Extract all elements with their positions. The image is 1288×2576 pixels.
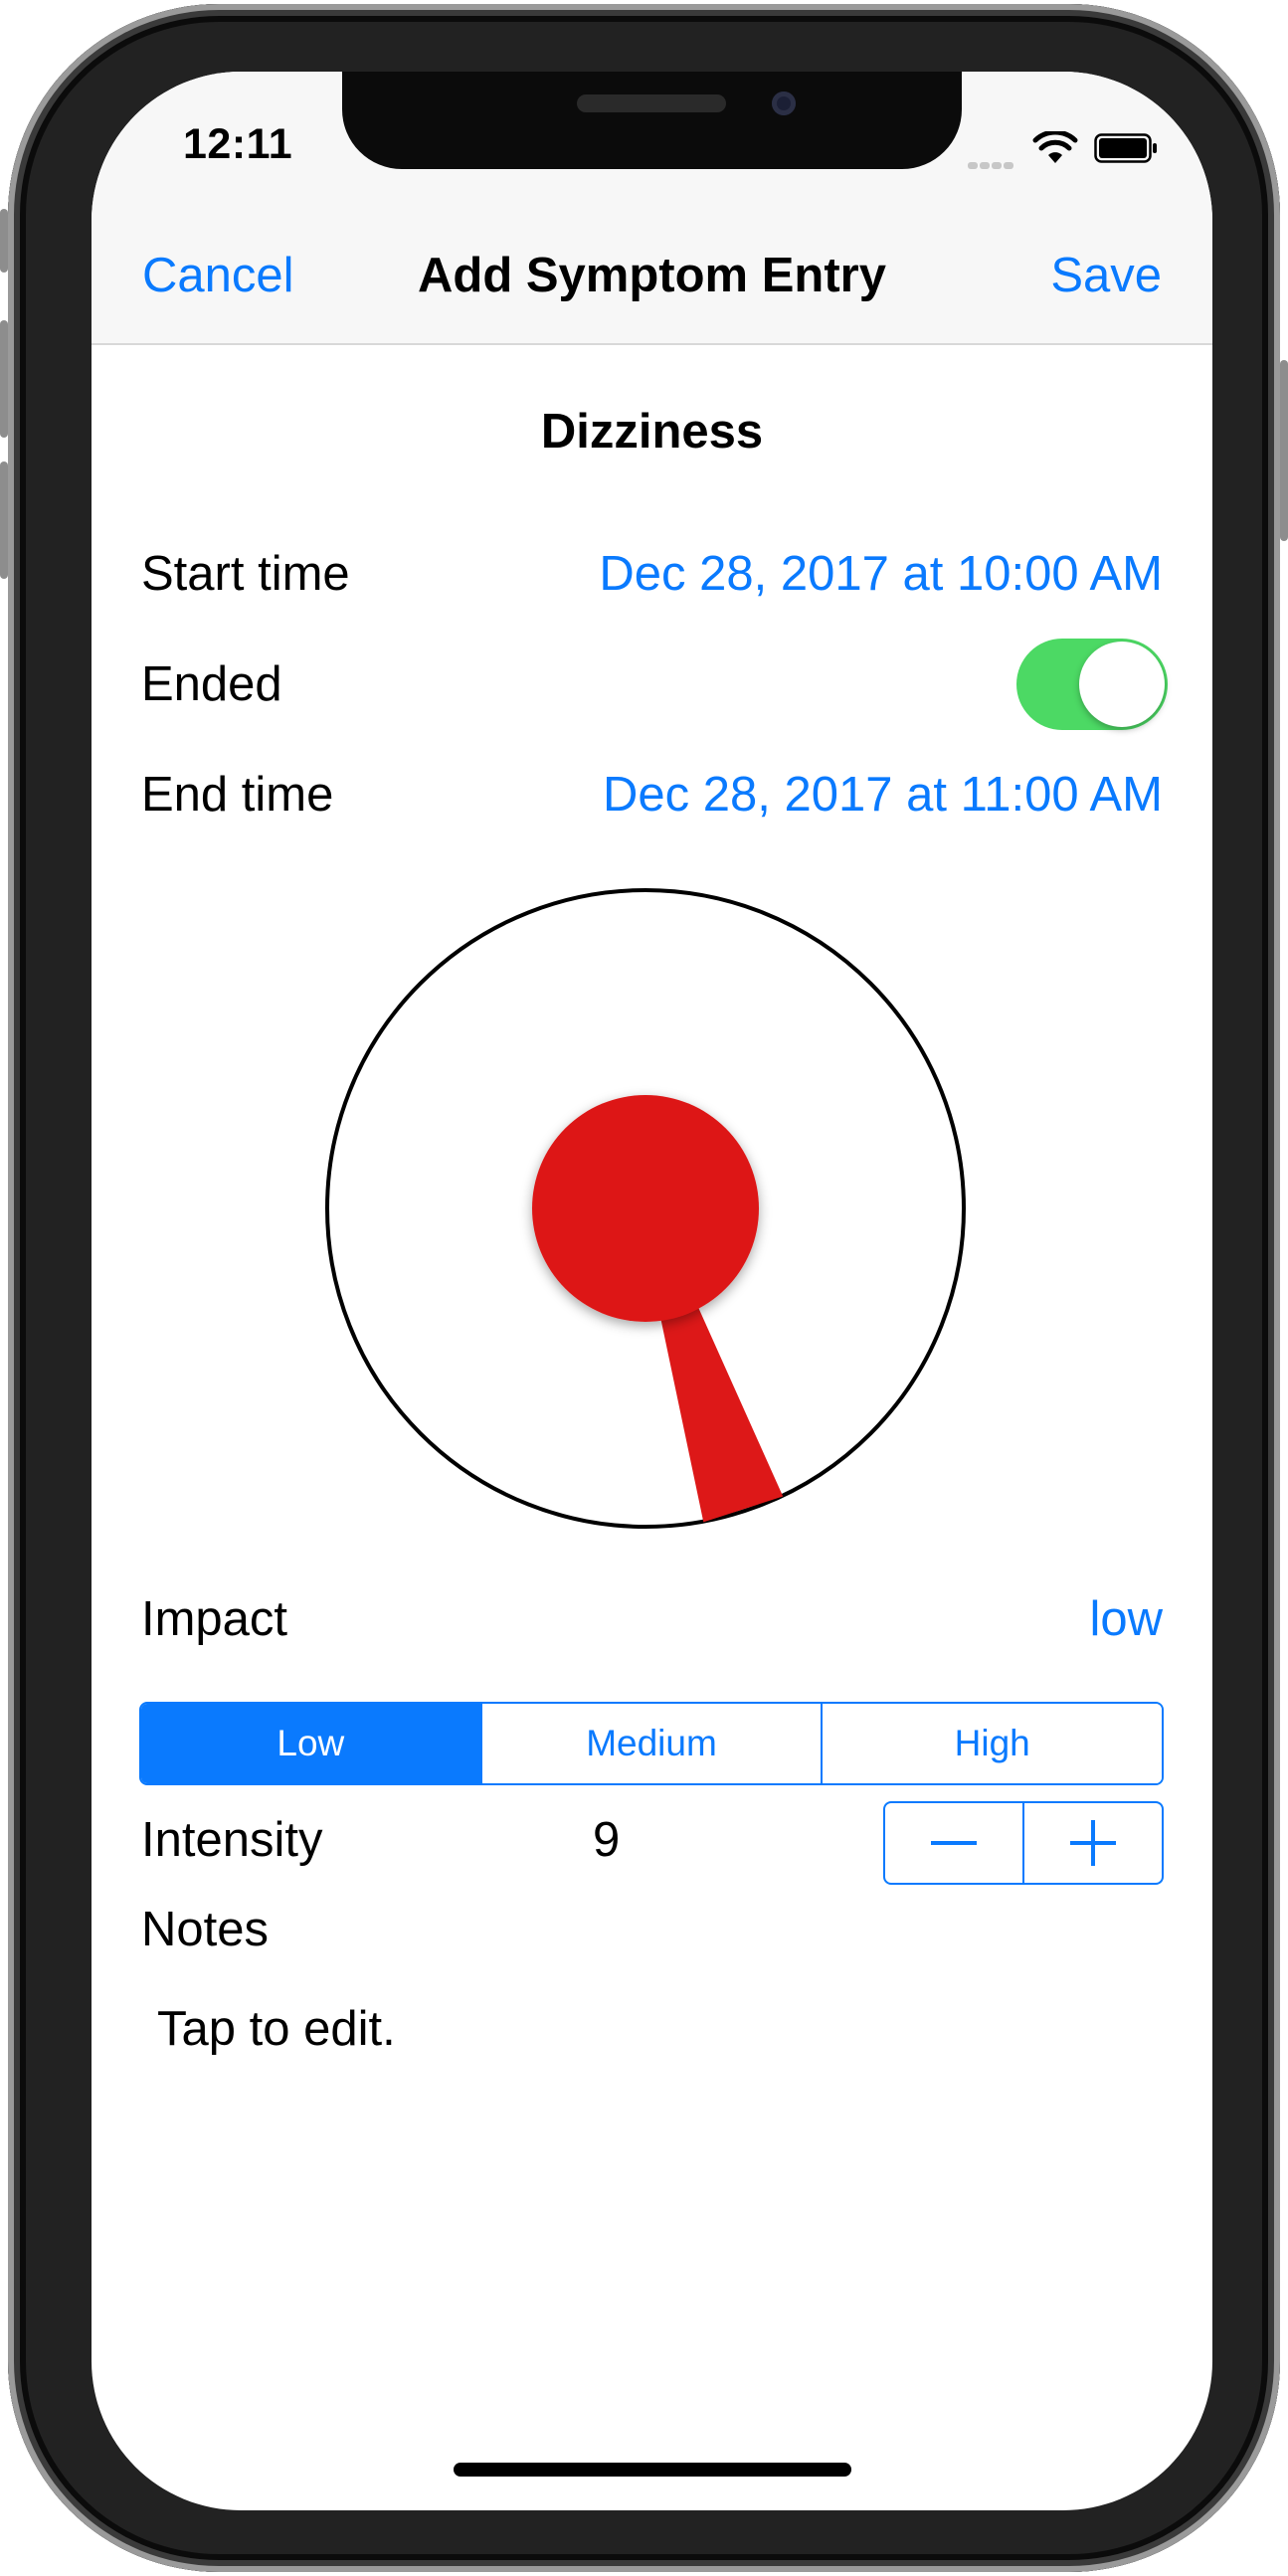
impact-segmented-control[interactable]: Low Medium High (139, 1702, 1164, 1785)
start-time-value[interactable]: Dec 28, 2017 at 10:00 AM (599, 546, 1163, 602)
camera-icon (772, 92, 796, 115)
minus-icon (931, 1841, 977, 1845)
phone-frame: 12:11 Cancel Add Symptom Entry Save Dizz… (0, 4, 1288, 2572)
end-time-label: End time (141, 768, 334, 822)
intensity-stepper[interactable] (883, 1801, 1164, 1885)
power-button (1280, 360, 1288, 541)
dial-knob[interactable] (532, 1095, 759, 1322)
notch (342, 72, 962, 169)
impact-option-medium[interactable]: Medium (481, 1704, 824, 1783)
wifi-icon (1032, 131, 1078, 163)
intensity-dial[interactable] (322, 885, 969, 1532)
navigation-bar: 12:11 Cancel Add Symptom Entry Save (92, 72, 1212, 345)
speaker-grille (577, 94, 726, 112)
start-time-label: Start time (141, 547, 350, 601)
page-title: Add Symptom Entry (418, 249, 886, 302)
end-time-value[interactable]: Dec 28, 2017 at 11:00 AM (603, 767, 1163, 823)
screen: 12:11 Cancel Add Symptom Entry Save Dizz… (92, 72, 1212, 2510)
symptom-name: Dizziness (540, 405, 764, 459)
home-indicator[interactable] (454, 2463, 851, 2477)
cellular-signal-icon (968, 156, 1015, 174)
impact-option-high[interactable]: High (823, 1704, 1162, 1783)
notes-text-area[interactable]: Tap to edit. (157, 2001, 396, 2057)
intensity-value: 9 (593, 1813, 621, 1867)
impact-label: Impact (141, 1592, 288, 1646)
status-time: 12:11 (183, 120, 293, 168)
ended-label: Ended (141, 657, 282, 711)
silent-switch (0, 209, 8, 273)
decrement-button[interactable] (885, 1803, 1024, 1883)
notes-label: Notes (141, 1903, 270, 1956)
volume-down-button (0, 461, 8, 579)
volume-up-button (0, 320, 8, 438)
increment-button[interactable] (1024, 1803, 1162, 1883)
save-button[interactable]: Save (1050, 248, 1162, 303)
switch-knob (1079, 642, 1165, 727)
plus-icon (1070, 1820, 1116, 1866)
impact-value: low (1089, 1592, 1163, 1646)
battery-icon (1094, 133, 1157, 163)
ended-switch[interactable] (1016, 639, 1168, 730)
impact-option-low[interactable]: Low (141, 1704, 482, 1783)
intensity-label: Intensity (141, 1813, 323, 1867)
